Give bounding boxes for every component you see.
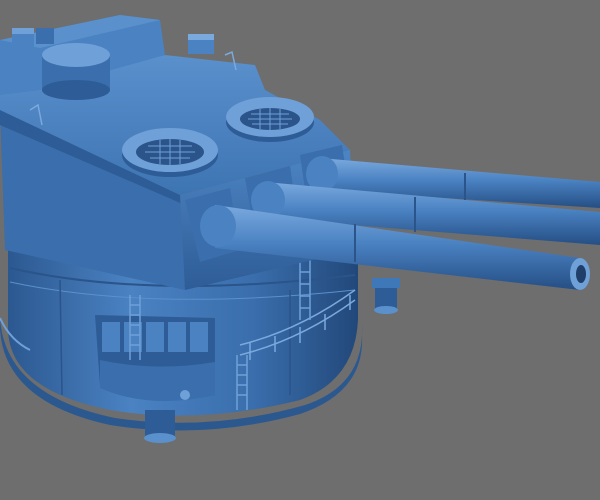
turret-render (0, 15, 600, 443)
hatch-1 (122, 128, 218, 177)
lower-alcove (95, 315, 215, 402)
hatch-2 (226, 97, 314, 142)
render-viewport (0, 0, 600, 500)
rangefinder-dome (42, 43, 110, 100)
